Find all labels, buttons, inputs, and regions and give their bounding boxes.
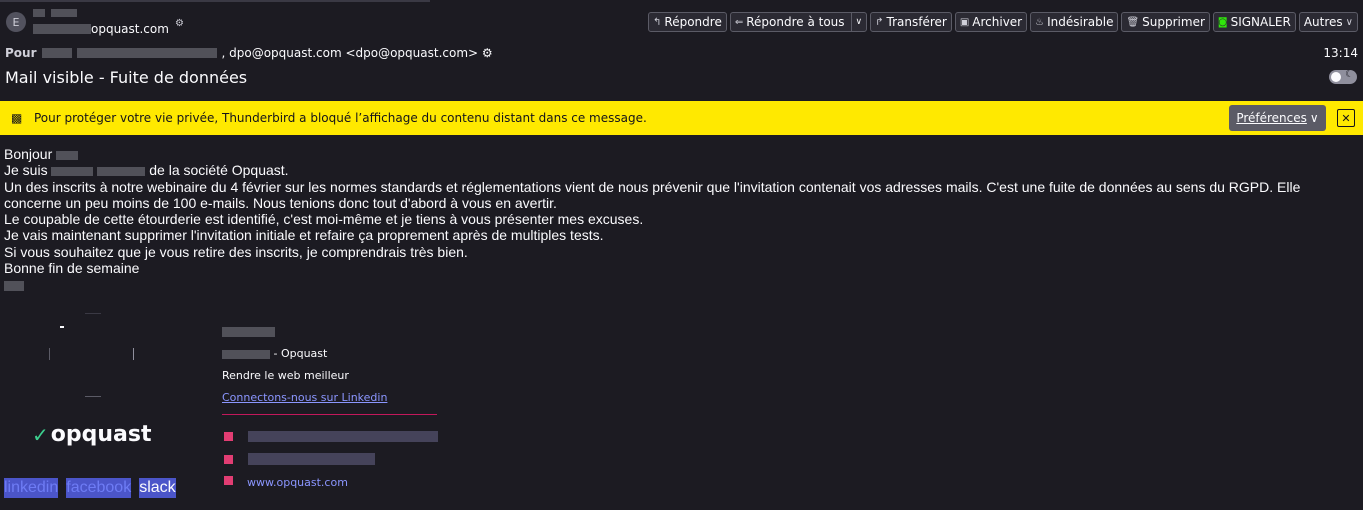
message-time: 13:14 [1323,46,1358,60]
to-label: Pour [5,46,37,60]
slack-link[interactable]: slack [139,478,176,498]
signature-tagline: Rendre le web meilleur [222,369,349,382]
opquast-mark-icon: ✓ [32,422,49,447]
redacted-phone [248,431,438,442]
signature-name [222,325,275,338]
intro-suffix: de la société Opquast. [149,162,289,179]
avatar-letter: E [12,15,20,29]
forward-icon: ↱ [875,16,884,28]
closing-line: Bonne fin de semaine [4,260,140,277]
redacted-email [248,453,375,465]
reply-button[interactable]: ↰ Répondre [648,12,727,32]
role-suffix: - Opquast [273,347,328,360]
body-paragraph: Si vous souhaitez que je vous retire des… [4,243,468,260]
photo-fragment [60,326,64,328]
blocked-content-icon: ▩ [11,111,23,125]
intro-prefix: Je suis [4,162,48,179]
delete-label: Supprimer [1142,15,1205,29]
phone-icon [224,432,233,441]
sender-field[interactable]: opquast.com ⚙ [33,9,184,36]
recipients-row: Pour , dpo@opquast.com <dpo@opquast.com>… [5,46,493,60]
junk-label: Indésirable [1047,15,1114,29]
linkedin-cta-row: Connectons-nous sur Linkedin [222,391,387,404]
opquast-logo: ✓ opquast [32,422,152,447]
photo-fragment [49,348,50,360]
window-top-line [0,0,430,2]
close-icon: ✕ [1341,111,1351,125]
delete-button[interactable]: 🗑 Supprimer [1121,12,1210,32]
photo-fragment [85,313,101,314]
report-label: SIGNALER [1230,15,1291,29]
signature-role: - Opquast [222,347,327,360]
forward-label: Transférer [886,15,947,29]
report-button[interactable]: ◙ SIGNALER [1212,12,1296,32]
facebook-link[interactable]: facebook [66,478,132,498]
body-paragraph: Le coupable de cette étourderie est iden… [4,211,644,228]
email-icon [224,455,233,464]
chevron-down-icon: ∨ [1309,111,1319,125]
trash-icon: 🗑 [1126,16,1140,28]
message-subject: Mail visible - Fuite de données [5,68,248,87]
redacted-sender-name [33,9,45,17]
archive-label: Archiver [972,15,1023,29]
signature-divider [222,414,437,415]
preferences-button[interactable]: Préférences ∨ [1229,105,1326,131]
flame-icon: ♨ [1035,16,1045,28]
more-button[interactable]: Autres ∨ [1298,12,1358,32]
archive-button[interactable]: ▣ Archiver [954,12,1028,32]
archive-icon: ▣ [959,16,970,28]
redacted-name [97,167,146,177]
linkedin-cta-link[interactable]: Connectons-nous sur Linkedin [222,391,387,404]
body-paragraph: Je vais maintenant supprimer l'invitatio… [4,227,604,244]
recipient-address[interactable]: , dpo@opquast.com <dpo@opquast.com> ⚙ [222,46,493,60]
chevron-down-icon[interactable]: ∨ [850,13,867,31]
greeting-line: Bonjour [4,146,1356,162]
redacted-name [51,167,94,177]
signoff-line [4,276,1356,292]
redacted-recipient [76,48,217,58]
close-notice-button[interactable]: ✕ [1337,109,1355,127]
message-toolbar: ↰ Répondre ⇐ Répondre à tous ∨ ↱ Transférer … [648,12,1358,32]
dark-mode-toggle[interactable] [1329,69,1357,84]
logo-text: opquast [50,422,152,447]
photo-fragment [133,348,134,360]
intro-line: Je suis de la société Opquast. [4,162,1356,178]
preferences-label: Préférences [1236,111,1307,125]
sender-domain: opquast.com [91,22,169,36]
reply-all-icon: ⇐ [734,16,744,28]
greeting-text: Bonjour [4,146,53,162]
message-body: Bonjour Je suis de la société Opquast. U… [4,146,1356,293]
reply-icon: ↰ [653,16,662,28]
body-paragraph: Un des inscrits à notre webinaire du 4 f… [4,178,1301,211]
redacted-recipient [41,48,72,58]
web-icon [224,476,233,485]
chevron-down-icon: ∨ [1345,16,1353,28]
linkedin-link[interactable]: linkedin [4,478,59,498]
reply-all-button[interactable]: ⇐ Répondre à tous ∨ [729,12,868,32]
redacted-name [222,349,270,359]
website-link[interactable]: www.opquast.com [247,476,348,489]
reply-all-label: Répondre à tous [746,15,845,29]
remote-content-notice: ▩ Pour protéger votre vie privée, Thunde… [0,101,1363,135]
sender-avatar: E [6,12,26,32]
reply-label: Répondre [664,15,722,29]
notice-text: Pour protéger votre vie privée, Thunderb… [34,111,647,125]
photo-fragment [85,396,101,397]
junk-button[interactable]: ♨ Indésirable [1030,12,1119,32]
more-label: Autres [1303,15,1343,29]
redacted-sender-address [33,24,91,34]
social-links: linkedin facebook slack [4,478,176,498]
redacted-name [4,280,24,291]
redacted-name [222,327,275,337]
contact-icon[interactable]: ⚙ [175,18,184,29]
shield-icon: ◙ [1217,16,1228,28]
redacted-name [56,150,79,160]
redacted-sender-name [51,9,77,17]
forward-button[interactable]: ↱ Transférer [870,12,952,32]
